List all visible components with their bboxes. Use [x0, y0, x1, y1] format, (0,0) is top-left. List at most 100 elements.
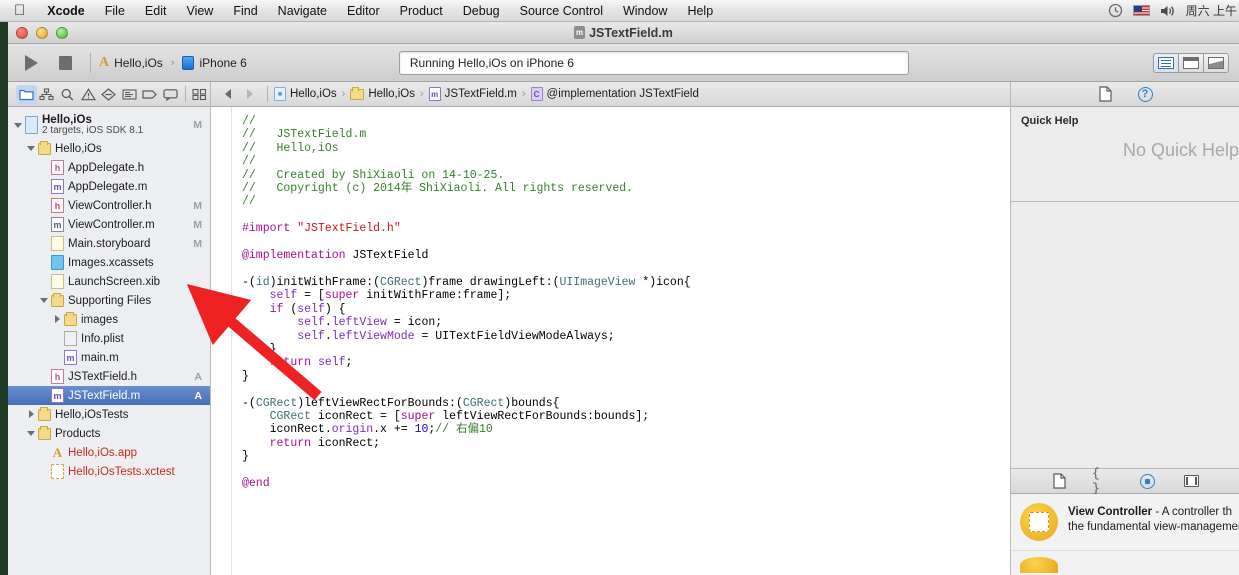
navigator-row-images-xcassets[interactable]: Images.xcassets [8, 253, 210, 272]
project-navigator-tree[interactable]: Hello,iOs 2 targets, iOS SDK 8.1 M Hello,iO… [8, 107, 210, 575]
code-token: .x += [373, 423, 415, 437]
code-line: // Hello,iOs [242, 142, 1010, 155]
code-token: CGRect [380, 275, 422, 289]
file-inspector-tab[interactable] [1094, 85, 1116, 104]
media-library-tab[interactable] [1180, 472, 1202, 491]
disclosure-triangle-icon[interactable] [27, 410, 36, 419]
navigator-row-main-m[interactable]: m main.m [8, 348, 210, 367]
object-library-tab[interactable] [1136, 472, 1158, 491]
navigator-row-appdelegate-h[interactable]: h AppDelegate.h [8, 158, 210, 177]
navigator-row-hello-iostests-xctest[interactable]: Hello,iOsTests.xctest [8, 462, 210, 481]
disclosure-triangle-icon[interactable] [27, 429, 36, 438]
navigator-row-label: Hello,iOs [55, 142, 102, 155]
navigator-row-jstextfield-h[interactable]: h JSTextField.h A [8, 367, 210, 386]
disclosure-triangle-icon[interactable] [53, 315, 62, 324]
menu-item-find[interactable]: Find [223, 0, 267, 22]
menu-item-view[interactable]: View [176, 0, 223, 22]
inspector-tab-bar: ? [1011, 82, 1239, 107]
menu-item-source-control[interactable]: Source Control [510, 0, 613, 22]
standard-editor-button[interactable] [1153, 52, 1179, 73]
menu-item-help[interactable]: Help [677, 0, 723, 22]
navigator-row-products[interactable]: Products [8, 424, 210, 443]
log-navigator-tab[interactable] [160, 85, 181, 104]
input-flag-icon[interactable] [1132, 5, 1150, 16]
navigator-row-images-folder[interactable]: images [8, 310, 210, 329]
find-navigator-tab[interactable] [57, 85, 78, 104]
issue-navigator-tab[interactable] [78, 85, 99, 104]
list-item[interactable] [1011, 551, 1239, 573]
project-navigator-tab[interactable] [16, 84, 37, 104]
symbol-navigator-tab[interactable] [37, 85, 58, 104]
scm-status-badge: M [193, 237, 202, 250]
navigator-row-group-hello[interactable]: Hello,iOs [8, 139, 210, 158]
stop-button[interactable] [48, 50, 82, 76]
navigator-row-appdelegate-m[interactable]: m AppDelegate.m [8, 177, 210, 196]
disclosure-triangle-icon[interactable] [27, 144, 36, 153]
breadcrumb-item-group[interactable]: Hello,iOs [350, 86, 415, 100]
apple-icon[interactable]:  [0, 3, 37, 18]
scheme-selector[interactable]: A Hello,iOs › iPhone 6 [99, 55, 247, 71]
breakpoint-navigator-tab[interactable] [139, 85, 160, 104]
navigator-row-supporting-files[interactable]: Supporting Files [8, 291, 210, 310]
breadcrumb-label: @implementation JSTextField [546, 88, 699, 100]
disclosure-triangle-icon[interactable] [14, 121, 23, 130]
volume-icon[interactable] [1160, 4, 1176, 18]
navigator-row-viewcontroller-h[interactable]: h ViewController.h M [8, 196, 210, 215]
run-button[interactable] [14, 50, 48, 76]
code-line: self.leftViewMode = UITextFieldViewModeA… [242, 330, 1010, 343]
breadcrumb-item-symbol[interactable]: C @implementation JSTextField [530, 87, 699, 101]
assistant-editor-button[interactable] [1178, 52, 1204, 73]
menu-item-xcode[interactable]: Xcode [37, 0, 95, 22]
breadcrumb-item-project[interactable]: ■ Hello,iOs [274, 87, 337, 101]
code-token: UIImageView [559, 275, 636, 289]
navigator-row-viewcontroller-m[interactable]: m ViewController.m M [8, 215, 210, 234]
menu-item-editor[interactable]: Editor [337, 0, 390, 22]
code-snippet-library-tab[interactable]: { } [1092, 466, 1114, 496]
file-template-library-tab[interactable] [1048, 472, 1070, 491]
version-editor-button[interactable] [1203, 52, 1229, 73]
navigator-row-info-plist[interactable]: Info.plist [8, 329, 210, 348]
menu-item-window[interactable]: Window [613, 0, 677, 22]
menu-bar-clock[interactable]: 周六 上午 [1186, 2, 1237, 19]
navigator-row-main-storyboard[interactable]: Main.storyboard M [8, 234, 210, 253]
sb-icon [51, 236, 64, 251]
navigator-row-project[interactable]: Hello,iOs 2 targets, iOS SDK 8.1 M [8, 111, 210, 139]
code-token: iconRect. [242, 423, 332, 437]
forward-button[interactable] [239, 84, 261, 104]
time-machine-icon[interactable] [1108, 3, 1123, 18]
back-button[interactable] [217, 84, 239, 104]
code-token: ( [283, 302, 298, 316]
xcode-window: m JSTextField.m A Hello,iOs › iPhone 6 R… [8, 22, 1239, 575]
code-token: // Hello,iOs [242, 141, 339, 155]
debug-navigator-tab[interactable] [119, 85, 140, 104]
navigator-row-hello-ios-app[interactable]: A Hello,iOs.app [8, 443, 210, 462]
object-library-list[interactable]: View Controller - A controller th the fu… [1011, 494, 1239, 575]
menu-item-navigate[interactable]: Navigate [268, 0, 337, 22]
menu-item-product[interactable]: Product [390, 0, 453, 22]
main-content-area: Hello,iOs 2 targets, iOS SDK 8.1 M Hello,iO… [8, 82, 1239, 575]
menu-item-edit[interactable]: Edit [135, 0, 177, 22]
test-navigator-tab[interactable] [98, 85, 119, 104]
report-navigator-tab[interactable] [189, 85, 210, 104]
navigator-row-label: Hello,iOsTests.xctest [68, 465, 175, 478]
code-token: )bounds{ [504, 396, 560, 410]
object-icon [1139, 473, 1155, 489]
code-token: ; [345, 356, 353, 370]
quick-help-inspector-tab[interactable]: ? [1134, 85, 1156, 104]
list-item[interactable]: View Controller - A controller th the fu… [1011, 494, 1239, 551]
navigator-row-launchscreen-xib[interactable]: LaunchScreen.xib [8, 272, 210, 291]
code-token: } [242, 369, 249, 383]
disclosure-triangle-icon[interactable] [40, 296, 49, 305]
editor-gutter [211, 107, 232, 575]
navigator-row-jstextfield-m[interactable]: m JSTextField.m A [8, 386, 210, 405]
mg-icon: m [51, 217, 64, 232]
menu-item-debug[interactable]: Debug [453, 0, 510, 22]
navigator-row-hello-iostests[interactable]: Hello,iOsTests [8, 405, 210, 424]
menu-item-file[interactable]: File [95, 0, 135, 22]
code-token: // [242, 155, 256, 169]
source-code-text[interactable]: //// JSTextField.m// Hello,iOs//// Creat… [232, 107, 1010, 575]
source-editor[interactable]: //// JSTextField.m// Hello,iOs//// Creat… [211, 107, 1010, 575]
breadcrumb-item-file[interactable]: m JSTextField.m [428, 87, 517, 101]
